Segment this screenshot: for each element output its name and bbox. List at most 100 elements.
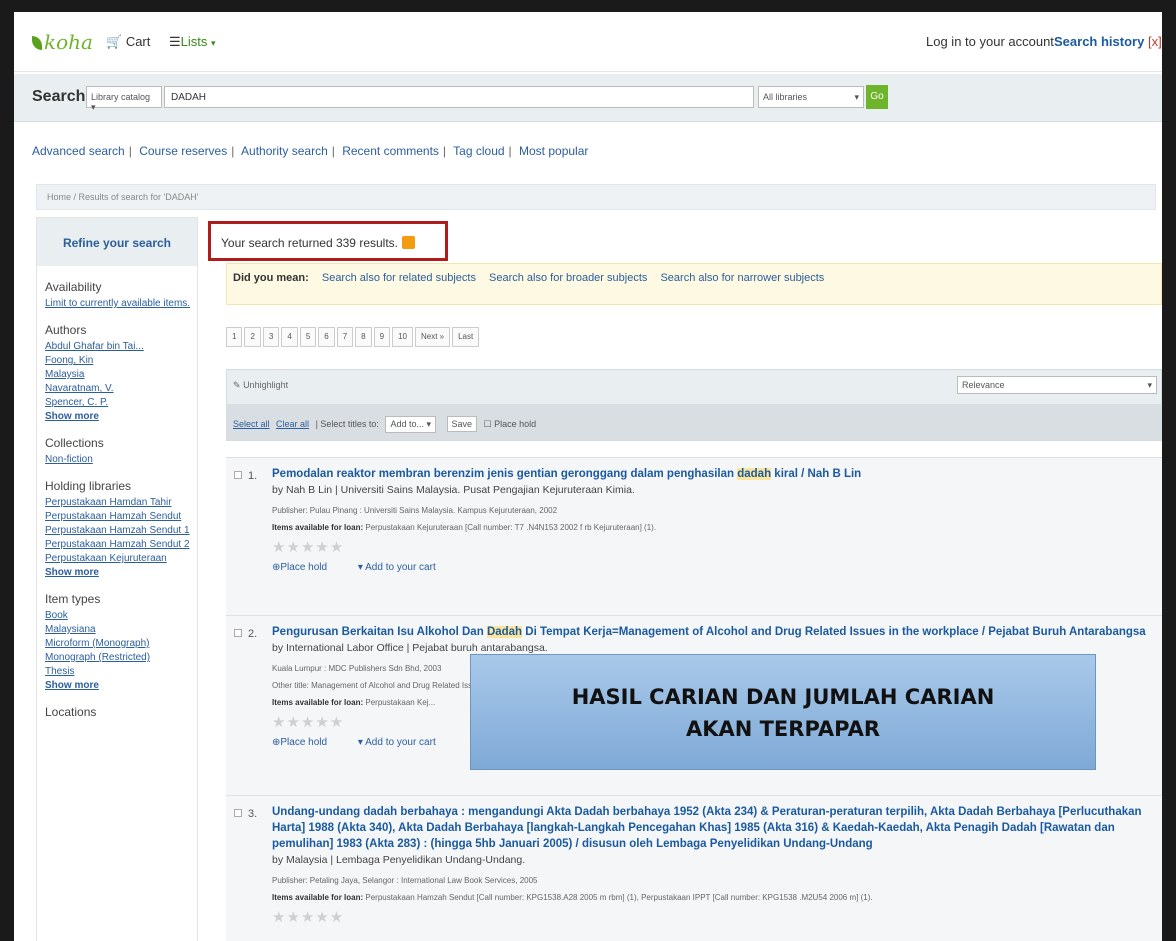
advanced-search-link[interactable]: Advanced search [32, 144, 125, 158]
select-all-link[interactable]: Select all [233, 419, 270, 429]
facet-library[interactable]: Perpustakaan Hamzah Sendut [45, 511, 197, 522]
page-link[interactable]: 1 [226, 327, 243, 347]
facet-author[interactable]: Navaratnam, V. [45, 383, 197, 394]
rating-stars[interactable]: ★★★★★ [272, 538, 1152, 556]
cart-link[interactable]: 🛒 Cart [106, 34, 150, 50]
did-you-mean-label: Did you mean: [233, 272, 309, 284]
libraries-select[interactable]: All libraries ▾ [758, 86, 864, 108]
result-publisher: Publisher: Petaling Jaya, Selangor : Int… [272, 876, 538, 885]
result-title[interactable]: Undang-undang dadah berbahaya : mengandu… [272, 804, 1152, 852]
locations-heading: Locations [45, 705, 97, 719]
result-publisher: Publisher: Pulau Pinang : Universiti Sai… [272, 506, 558, 515]
search-history-link[interactable]: Search history [x] [1054, 34, 1162, 49]
facet-collection[interactable]: Non-fiction [45, 454, 197, 465]
course-reserves-link[interactable]: Course reserves [139, 144, 227, 158]
libraries-show-more[interactable]: Show more [45, 567, 197, 578]
add-to-select[interactable]: Add to... ▾ [385, 416, 437, 433]
result-title[interactable]: Pengurusan Berkaitan Isu Alkohol Dan Dad… [272, 624, 1152, 640]
add-to-cart-link[interactable]: ▾ Add to your cart [358, 562, 450, 573]
lists-menu[interactable]: ☰Lists ▾ [169, 34, 216, 50]
clear-all-link[interactable]: Clear all [276, 419, 309, 429]
facet-author[interactable]: Spencer, C. P. [45, 397, 197, 408]
page-link[interactable]: 3 [262, 327, 280, 347]
authors-heading: Authors [45, 323, 87, 337]
callout-line-2: AKAN TERPAPAR [685, 717, 881, 741]
result-author: by Nah B Lin | Universiti Sains Malaysia… [272, 484, 635, 496]
page-link[interactable]: 10 [392, 327, 413, 347]
authors-show-more[interactable]: Show more [45, 411, 197, 422]
facet-library[interactable]: Perpustakaan Hamzah Sendut 2 [45, 539, 197, 550]
result-number: 2. [234, 628, 257, 640]
recent-comments-link[interactable]: Recent comments [342, 144, 439, 158]
save-button[interactable]: Save [446, 416, 478, 432]
clear-history-button[interactable]: [x] [1148, 34, 1162, 49]
go-button[interactable]: Go [866, 85, 888, 109]
did-you-mean: Did you mean: Search also for related su… [226, 263, 1162, 305]
page-link[interactable]: 7 [336, 327, 354, 347]
facet-author[interactable]: Malaysia [45, 369, 197, 380]
page-link[interactable]: 4 [281, 327, 298, 347]
limit-available-link[interactable]: Limit to currently available items. [45, 298, 197, 309]
place-hold-link[interactable]: ⊕Place hold [272, 737, 341, 748]
koha-logo[interactable]: koha [32, 30, 93, 54]
page-link[interactable]: 9 [373, 327, 391, 347]
result-item: 1. Pemodalan reaktor membran berenzim je… [226, 457, 1162, 615]
result-item: 3. Undang-undang dadah berbahaya : menga… [226, 795, 1162, 941]
narrower-subjects-link[interactable]: Search also for narrower subjects [660, 272, 824, 284]
results-count: Your search returned 339 results. [208, 221, 448, 261]
next-page-link[interactable]: Next » [414, 327, 451, 347]
most-popular-link[interactable]: Most popular [519, 144, 588, 158]
pencil-icon: ✎ [233, 380, 241, 390]
authority-search-link[interactable]: Authority search [241, 144, 328, 158]
result-title[interactable]: Pemodalan reaktor membran berenzim jenis… [272, 466, 1152, 482]
catalog-select[interactable]: Library catalog ▾ [86, 86, 162, 112]
search-label: Search [32, 88, 86, 105]
list-icon: ☰ [169, 34, 181, 49]
add-to-cart-link[interactable]: ▾ Add to your cart [358, 737, 450, 748]
facet-author[interactable]: Foong, Kin [45, 355, 197, 366]
results-main: Your search returned 339 results. Did yo… [202, 217, 1162, 941]
facet-type[interactable]: Microform (Monograph) [45, 638, 197, 649]
facet-library[interactable]: Perpustakaan Kejuruteraan [45, 553, 197, 564]
refine-heading[interactable]: Refine your search [37, 218, 197, 266]
holding-heading: Holding libraries [45, 479, 132, 493]
unhighlight-link[interactable]: ✎ Unhighlight [233, 380, 288, 391]
place-hold-link[interactable]: ⊕Place hold [272, 562, 341, 573]
facet-type[interactable]: Book [45, 610, 197, 621]
result-author: by Malaysia | Lembaga Penyelidikan Undan… [272, 854, 526, 866]
sort-select[interactable]: Relevance ▾ [957, 376, 1157, 394]
page-link[interactable]: 5 [299, 327, 317, 347]
rating-stars[interactable]: ★★★★★ [272, 908, 1152, 926]
rss-icon[interactable] [402, 236, 415, 249]
result-checkbox[interactable] [234, 471, 242, 479]
page-link[interactable]: 2 [244, 327, 261, 347]
browser-page: koha 🛒 Cart ☰Lists ▾ Log in to your acco… [14, 12, 1162, 941]
result-checkbox[interactable] [234, 809, 242, 817]
cart-icon: 🛒 [106, 34, 123, 49]
broader-subjects-link[interactable]: Search also for broader subjects [489, 272, 647, 284]
facet-library[interactable]: Perpustakaan Hamzah Sendut 1 [45, 525, 197, 536]
login-link[interactable]: Log in to your account [926, 34, 1054, 49]
facet-type[interactable]: Monograph (Restricted) [45, 652, 197, 663]
leaf-icon [32, 36, 42, 50]
related-subjects-link[interactable]: Search also for related subjects [322, 272, 476, 284]
tag-cloud-link[interactable]: Tag cloud [453, 144, 504, 158]
selection-row: Select all Clear all | Select titles to:… [227, 404, 1161, 440]
facet-library[interactable]: Perpustakaan Hamdan Tahir [45, 497, 197, 508]
search-bar: Search Library catalog ▾ DADAH All libra… [14, 74, 1162, 122]
facet-type[interactable]: Thesis [45, 666, 197, 677]
result-availability: Items available for loan: Perpustakaan H… [272, 893, 873, 902]
pagination: 1 2 3 4 5 6 7 8 9 10 Next » Last [226, 327, 481, 347]
types-show-more[interactable]: Show more [45, 680, 197, 691]
page-link[interactable]: 8 [355, 327, 372, 347]
collections-heading: Collections [45, 436, 104, 450]
facet-type[interactable]: Malaysiana [45, 624, 197, 635]
availability-heading: Availability [45, 280, 102, 294]
facet-author[interactable]: Abdul Ghafar bin Tai... [45, 341, 197, 352]
last-page-link[interactable]: Last [452, 327, 480, 347]
result-checkbox[interactable] [234, 629, 242, 637]
search-input[interactable]: DADAH [164, 86, 754, 108]
place-hold-button[interactable]: ☐ Place hold [484, 419, 537, 429]
result-number: 1. [234, 470, 257, 482]
page-link[interactable]: 6 [318, 327, 335, 347]
